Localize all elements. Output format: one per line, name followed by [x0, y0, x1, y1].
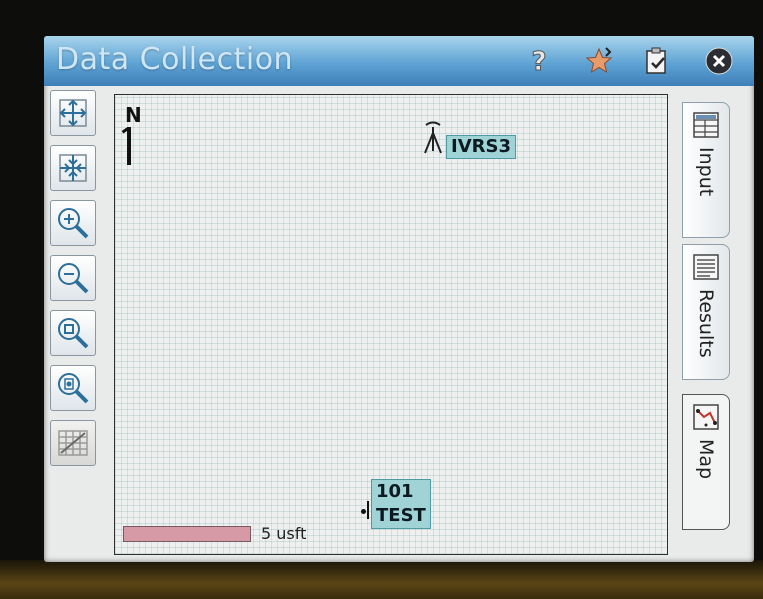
zoom-out-icon[interactable]: [50, 255, 96, 301]
close-icon[interactable]: [704, 46, 734, 76]
clipboard-check-icon[interactable]: [642, 46, 672, 76]
input-table-icon: [693, 112, 719, 138]
north-label: N: [125, 103, 142, 127]
zoom-point-icon[interactable]: [50, 365, 96, 411]
tab-map[interactable]: Map: [682, 394, 730, 530]
point-label-101[interactable]: 101 TEST: [371, 479, 431, 529]
scale-label: 5 usft: [261, 524, 307, 543]
title-bar: Data Collection ?: [44, 36, 754, 86]
window-title: Data Collection: [56, 42, 294, 77]
tab-results-label: Results: [695, 289, 717, 358]
help-icon[interactable]: ?: [524, 46, 554, 77]
favorites-star-icon[interactable]: [584, 46, 614, 76]
zoom-center-icon[interactable]: [50, 145, 96, 191]
point-description: TEST: [376, 505, 426, 526]
survey-point-marker[interactable]: [361, 509, 366, 514]
tripod-station-icon[interactable]: [421, 121, 445, 155]
point-label-ivrs3[interactable]: IVRS3: [446, 135, 516, 159]
scale-bar: [123, 526, 251, 542]
zoom-extents-icon[interactable]: [50, 90, 96, 136]
svg-text:?: ?: [531, 47, 546, 76]
device-screen: Data Collection ? N IVRS3 101 TEST 5 usf…: [44, 36, 754, 562]
zoom-in-icon[interactable]: [50, 200, 96, 246]
map-view[interactable]: N IVRS3 101 TEST 5 usft: [114, 94, 668, 555]
tab-input-label: Input: [695, 147, 717, 197]
device-bezel: [0, 560, 763, 599]
point-tick: [367, 501, 369, 519]
north-arrow-icon: [127, 127, 131, 165]
map-toolbar: [50, 90, 102, 475]
results-list-icon: [693, 254, 719, 280]
tab-input[interactable]: Input: [682, 102, 730, 238]
tab-results[interactable]: Results: [682, 244, 730, 380]
tab-map-label: Map: [695, 439, 717, 480]
zoom-window-icon[interactable]: [50, 310, 96, 356]
map-icon: [693, 404, 719, 430]
point-number: 101: [376, 481, 414, 502]
map-layers-icon[interactable]: [50, 420, 96, 466]
